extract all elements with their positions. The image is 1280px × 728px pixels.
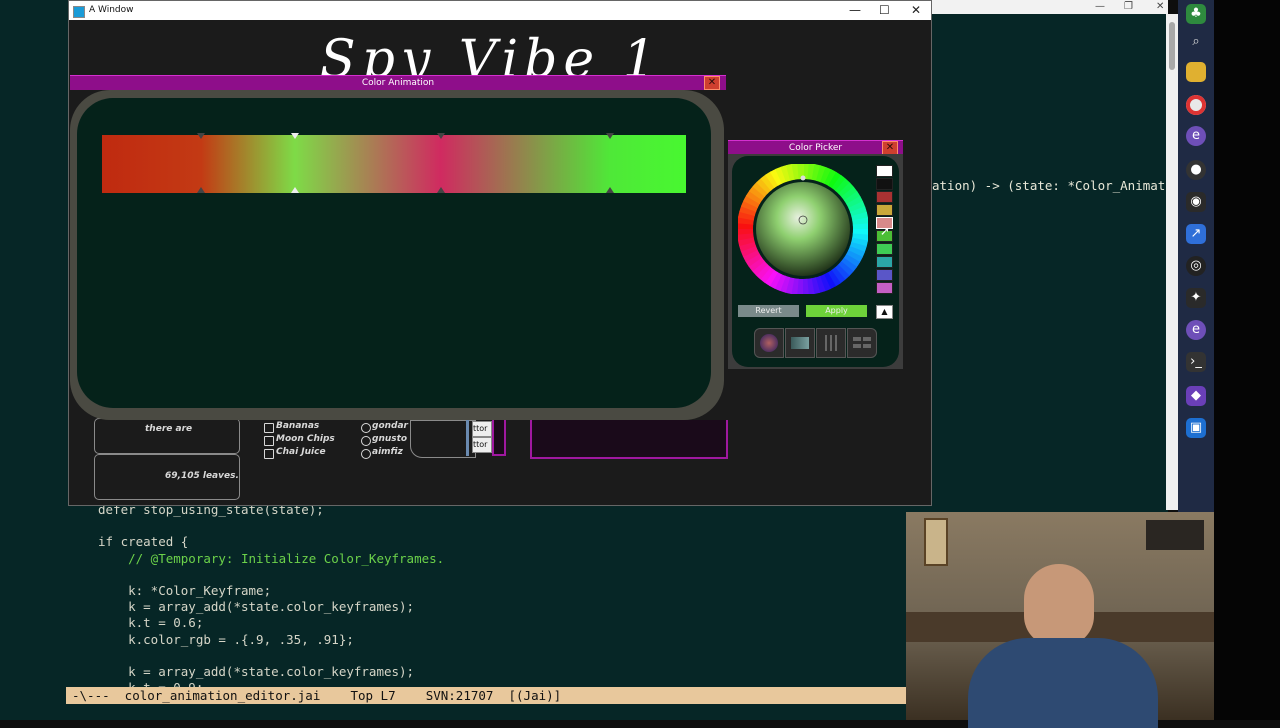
folder-icon[interactable]: [1186, 62, 1206, 82]
app-title: A Window: [89, 1, 134, 20]
close-button[interactable]: ✕: [911, 1, 921, 20]
small-button[interactable]: ttor: [472, 421, 492, 437]
radio-gondar[interactable]: [361, 423, 371, 433]
terminal-icon[interactable]: ›_: [1186, 352, 1206, 372]
label-there-are: there are: [145, 424, 192, 434]
purple-frame: [492, 420, 506, 456]
code-header-fragment: ation) -> (state: *Color_Animati: [932, 178, 1173, 193]
purple-panel: [530, 420, 728, 459]
webcam-overlay: [906, 512, 1214, 720]
checkbox-label: Moon Chips: [276, 434, 335, 444]
radio-gnusto[interactable]: [361, 436, 371, 446]
background-strip: [1214, 0, 1280, 720]
app-titlebar[interactable]: A Window — ☐ ✕: [69, 1, 931, 20]
radio-aimfiz[interactable]: [361, 449, 371, 459]
status-text: -\--- color_animation_editor.jai Top L7 …: [66, 688, 561, 703]
expand-button[interactable]: ▲: [876, 305, 893, 319]
code-line[interactable]: k: *Color_Keyframe;: [98, 583, 271, 598]
scroll-handle[interactable]: [466, 420, 469, 456]
color-wheel[interactable]: [738, 164, 868, 294]
code-line[interactable]: k.t = 0.6;: [98, 615, 203, 630]
window-icon[interactable]: ▣: [1186, 418, 1206, 438]
restore-icon[interactable]: ❐: [1124, 1, 1133, 12]
color-swatch[interactable]: [876, 282, 893, 294]
vscode-icon[interactable]: ◆: [1186, 386, 1206, 406]
code-line[interactable]: k.color_rgb = .{.9, .35, .91};: [98, 632, 354, 647]
wall-picture: [924, 518, 948, 566]
status-bar: -\--- color_animation_editor.jai Top L7 …: [66, 687, 906, 704]
app-icon[interactable]: ●: [1186, 160, 1206, 180]
radio-label: aimfiz: [372, 447, 403, 457]
emacs-icon[interactable]: e: [1186, 320, 1206, 340]
color-animation-title: Color Animation: [70, 76, 726, 90]
keyframe-marker[interactable]: [437, 133, 445, 139]
close-icon[interactable]: ✕: [1156, 1, 1164, 12]
code-line[interactable]: k = array_add(*state.color_keyframes);: [98, 664, 414, 679]
color-swatch[interactable]: [876, 178, 893, 190]
gradient-mode-icon[interactable]: [785, 328, 815, 358]
small-button[interactable]: ttor: [472, 437, 492, 453]
radio-label: gnusto: [372, 434, 407, 444]
color-swatch[interactable]: [876, 256, 893, 268]
label-leaves: 69,105 leaves.: [165, 471, 239, 481]
revert-button[interactable]: Revert: [738, 305, 799, 317]
obs-icon[interactable]: ◎: [1186, 256, 1206, 276]
clover-icon[interactable]: ♣: [1186, 4, 1206, 24]
app-icon[interactable]: ◉: [1186, 192, 1206, 212]
keyframe-marker[interactable]: [291, 187, 299, 193]
keyframe-marker[interactable]: [197, 133, 205, 139]
color-swatch[interactable]: [876, 191, 893, 203]
gradient-bar[interactable]: [102, 135, 686, 193]
checkbox-moon-chips[interactable]: [264, 436, 274, 446]
wheel-mode-icon[interactable]: [754, 328, 784, 358]
minimize-icon[interactable]: —: [1095, 1, 1105, 12]
color-swatch[interactable]: [876, 269, 893, 281]
search-icon[interactable]: ⌕: [1186, 32, 1206, 52]
maximize-button[interactable]: ☐: [879, 1, 890, 20]
color-picker-title: Color Picker: [728, 141, 903, 155]
minimize-button[interactable]: —: [849, 1, 861, 20]
radio-label: gondar: [372, 421, 408, 431]
color-animation-titlebar[interactable]: Color Animation ✕: [70, 75, 726, 90]
text-panel-bottom: 69,105 leaves.: [94, 454, 240, 500]
person-head: [1024, 564, 1094, 646]
checkbox-label: Chai Juice: [276, 447, 326, 457]
sliders-mode-icon[interactable]: [816, 328, 846, 358]
code-line[interactable]: // @Temporary: Initialize Color_Keyframe…: [98, 551, 444, 566]
person-shirt: [968, 638, 1158, 728]
code-line[interactable]: if created {: [98, 534, 188, 549]
microwave: [1146, 520, 1204, 550]
saturation-area[interactable]: [756, 182, 850, 276]
code-line[interactable]: k = array_add(*state.color_keyframes);: [98, 599, 414, 614]
app-icon[interactable]: ✦: [1186, 288, 1206, 308]
app-icon[interactable]: ↗: [1186, 224, 1206, 244]
keyframe-marker[interactable]: [606, 187, 614, 193]
checkbox-label: Bananas: [276, 421, 319, 431]
text-panel-top: there are: [94, 418, 240, 454]
color-swatch[interactable]: [876, 204, 893, 216]
app-icon: [73, 6, 85, 18]
keyframe-marker[interactable]: [606, 133, 614, 139]
color-swatch[interactable]: [876, 165, 893, 177]
palette-mode-icon[interactable]: [847, 328, 877, 358]
mouse-cursor-icon: ➚: [880, 224, 890, 238]
close-button[interactable]: ✕: [882, 141, 898, 155]
editor-scrollbar[interactable]: [1166, 14, 1178, 510]
color-picker-titlebar[interactable]: Color Picker ✕: [728, 140, 903, 155]
keyframe-marker[interactable]: [291, 133, 299, 139]
checkbox-bananas[interactable]: [264, 423, 274, 433]
apply-button[interactable]: Apply: [806, 305, 867, 317]
color-swatch[interactable]: [876, 243, 893, 255]
scrollbar-thumb[interactable]: [1169, 22, 1175, 70]
editor-titlebar: — ❐ ✕: [930, 0, 1168, 14]
keyframe-marker[interactable]: [197, 187, 205, 193]
emacs-icon[interactable]: e: [1186, 126, 1206, 146]
keyframe-marker[interactable]: [437, 187, 445, 193]
hue-marker[interactable]: [801, 176, 806, 181]
checkbox-chai-juice[interactable]: [264, 449, 274, 459]
chrome-icon[interactable]: [1186, 95, 1206, 115]
close-button[interactable]: ✕: [704, 76, 720, 90]
